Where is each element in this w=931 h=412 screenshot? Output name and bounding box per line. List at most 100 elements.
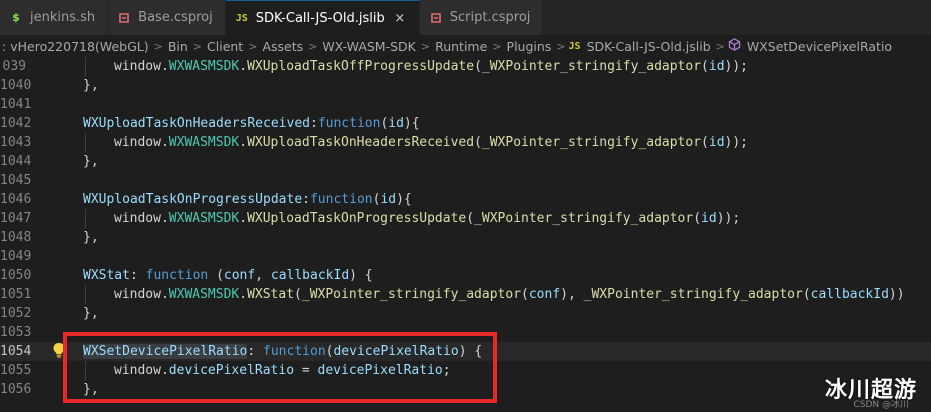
code-line[interactable]: 1050 WXStat: function (conf, callbackId) … [0, 266, 931, 285]
chevron-right-icon: > [420, 39, 431, 53]
code-content: window.WXWASMSDK.WXStat(_WXPointer_strin… [114, 285, 905, 304]
line-number: 1044 [0, 154, 32, 169]
code-token: ( [701, 135, 709, 150]
line-number: 1050 [0, 268, 32, 283]
js-file-icon: JS [568, 40, 581, 52]
code-token: WXStat [247, 287, 295, 302]
code-token: _WXPointer_stringify_adaptor [481, 59, 702, 74]
code-token: )); [716, 211, 741, 226]
code-token: WXUploadTaskOffProgressUpdate [247, 59, 475, 74]
code-line[interactable]: 1055 window.devicePixelRatio = devicePixe… [0, 361, 931, 380]
line-number: 1054 [0, 344, 32, 359]
code-token: }, [83, 78, 99, 93]
code-line[interactable]: 1052}, [0, 304, 931, 323]
code-content: }, [83, 304, 99, 323]
code-token: ){ [403, 116, 420, 131]
code-token: id [708, 59, 725, 74]
code-token: _WXPointer_stringify_adaptor [481, 135, 702, 150]
chevron-right-icon: > [556, 39, 566, 53]
code-content: window.WXWASMSDK.WXUploadTaskOnHeadersRe… [114, 133, 748, 152]
code-content: window.WXWASMSDK.WXUploadTaskOnProgressU… [114, 209, 740, 228]
code-token: ){ [396, 192, 412, 207]
code-line[interactable]: 1048}, [0, 228, 931, 247]
tab-base-csproj[interactable]: Base.csproj [108, 0, 226, 35]
code-line[interactable]: 1051 window.WXWASMSDK.WXStat(_WXPointer_s… [0, 285, 931, 304]
code-token: window. [114, 135, 169, 150]
code-token: ; [442, 363, 451, 378]
lightbulb-icon[interactable] [52, 342, 66, 358]
code-line[interactable]: 1049 [0, 247, 931, 266]
code-token: id [701, 211, 717, 226]
code-line[interactable]: 1046 WXUploadTaskOnProgressUpdate:functio… [0, 190, 931, 209]
code-token: ( [521, 287, 529, 302]
code-line[interactable]: 1056}, [0, 380, 931, 399]
code-token: : [247, 344, 264, 359]
tab-label: SDK-Call-JS-Old.jslib [255, 10, 385, 26]
line-number: 1046 [0, 192, 32, 207]
line-number: 1048 [0, 230, 32, 245]
breadcrumb-item[interactable]: Runtime [433, 39, 489, 54]
code-token: . [239, 287, 248, 302]
breadcrumb-item[interactable]: Client [205, 39, 245, 54]
code-token: WXUploadTaskOnHeadersReceived [83, 116, 310, 131]
code-content: WXSetDevicePixelRatio: function(devicePi… [83, 342, 482, 361]
chevron-right-icon: > [492, 39, 502, 53]
code-token: ( [474, 59, 482, 74]
code-token: conf [223, 268, 256, 283]
code-token: function [145, 268, 209, 283]
shell-file-icon: $ [12, 11, 20, 24]
breadcrumb: : vHero220718(WebGL) > Bin > Client > As… [0, 35, 931, 57]
chevron-right-icon: > [192, 39, 203, 53]
code-line[interactable]: 1045 [0, 171, 931, 190]
tab-label: Base.csproj [138, 10, 213, 25]
code-line[interactable]: 1047 window.WXWASMSDK.WXUploadTaskOnProgr… [0, 209, 931, 228]
code-line[interactable]: 1043 window.WXWASMSDK.WXUploadTaskOnHeade… [0, 133, 931, 152]
editor-window: $ jenkins.sh Base.csproj JS SDK-Call-JS-… [0, 0, 931, 412]
breadcrumb-symbol[interactable]: WXSetDevicePixelRatio [745, 39, 894, 54]
breadcrumb-item[interactable]: vHero220718(WebGL) [8, 39, 150, 54]
code-token: callbackId [270, 268, 350, 283]
symbol-method-icon [728, 38, 741, 54]
code-token: WXUploadTaskOnProgressUpdate [83, 192, 303, 207]
tab-script-csproj[interactable]: Script.csproj [419, 0, 544, 35]
close-icon[interactable]: × [393, 11, 407, 26]
code-content: WXUploadTaskOnProgressUpdate:function(id… [83, 190, 412, 209]
tab-sdk-call-js-old-jslib[interactable]: JS SDK-Call-JS-Old.jslib × [225, 0, 420, 35]
code-line[interactable]: 1040}, [0, 76, 931, 95]
breadcrumb-item[interactable]: Assets [260, 39, 305, 54]
code-token: ) { [458, 344, 483, 359]
code-token: WXWASMSDK [168, 211, 240, 226]
code-line[interactable]: 1044}, [0, 152, 931, 171]
code-token: . [239, 135, 248, 150]
breadcrumb-item[interactable]: WX-WASM-SDK [320, 39, 418, 54]
tab-bar: $ jenkins.sh Base.csproj JS SDK-Call-JS-… [0, 0, 931, 35]
breadcrumb-item[interactable]: Bin [166, 39, 190, 54]
code-editor[interactable]: 039 window.WXWASMSDK.WXUploadTaskOffProgr… [0, 57, 931, 412]
code-token: WXStat [83, 268, 130, 283]
code-token: ( [701, 59, 709, 74]
code-line[interactable]: 039 window.WXWASMSDK.WXUploadTaskOffProgr… [0, 57, 931, 76]
line-number: 1049 [0, 249, 32, 264]
indent-guide [85, 361, 86, 380]
code-token: id [708, 135, 725, 150]
code-token: ( [474, 135, 482, 150]
line-number: 1040 [0, 78, 32, 93]
code-token: function [263, 344, 326, 359]
chevron-right-icon: > [715, 39, 725, 53]
code-token: _WXPointer_stringify_adaptor [301, 287, 522, 302]
breadcrumb-file[interactable]: SDK-Call-JS-Old.jslib [585, 39, 713, 54]
line-number: 1053 [0, 325, 32, 340]
watermark-subtext: CSDN @冰川 [853, 400, 909, 410]
code-token: }, [83, 154, 99, 169]
code-token: _WXPointer_stringify_adaptor [583, 287, 803, 302]
code-line[interactable]: 1054 WXSetDevicePixelRatio: function(devi… [0, 342, 931, 361]
breadcrumb-item[interactable]: : [0, 39, 8, 54]
code-line[interactable]: 1053 [0, 323, 931, 342]
code-line[interactable]: 1042 WXUploadTaskOnHeadersReceived:functi… [0, 114, 931, 133]
code-line[interactable]: 1041 [0, 95, 931, 114]
code-content: WXUploadTaskOnHeadersReceived:function(i… [83, 114, 420, 133]
code-token: ( [693, 211, 702, 226]
breadcrumb-item[interactable]: Plugins [505, 39, 554, 54]
tab-jenkins-sh[interactable]: $ jenkins.sh [0, 0, 109, 35]
indent-guide [85, 285, 86, 304]
